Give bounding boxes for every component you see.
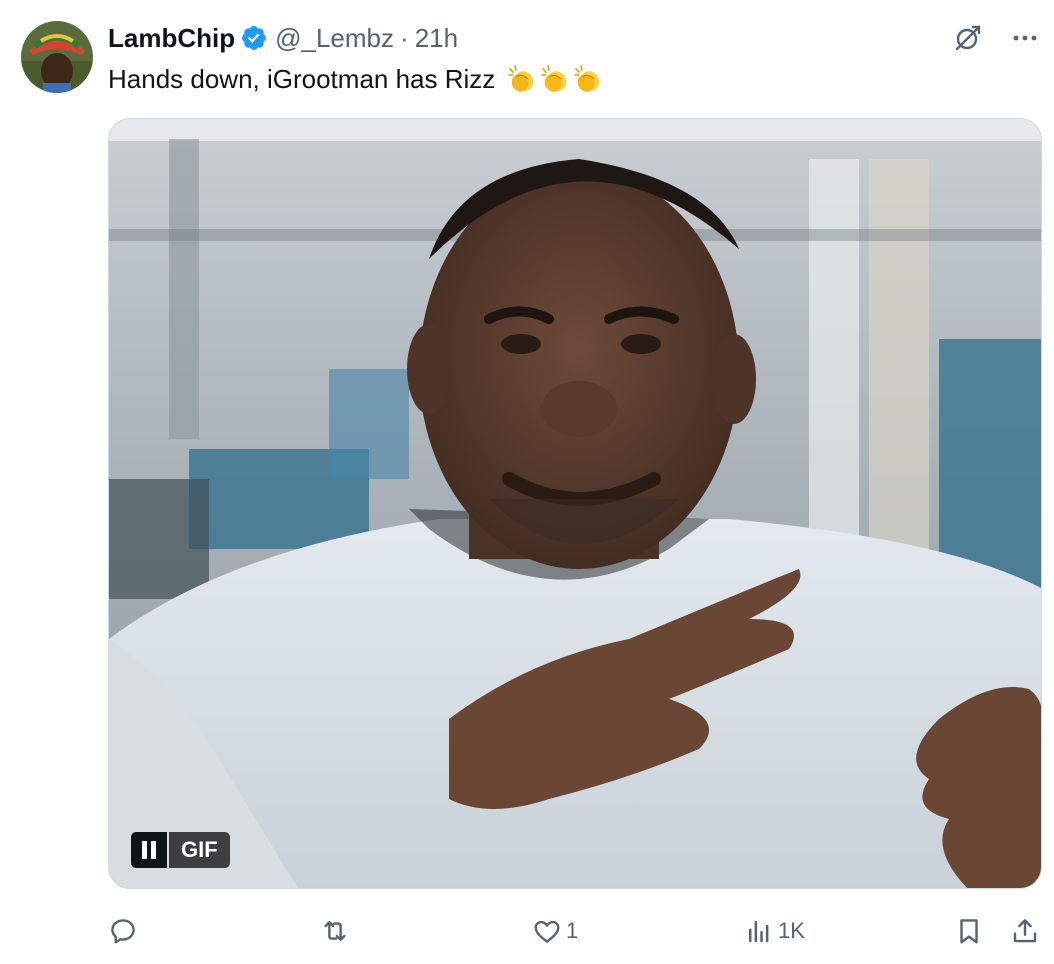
gif-label: GIF xyxy=(169,832,230,868)
tweet-action-bar: 1 1K xyxy=(108,911,1042,951)
clapping-hands-icon xyxy=(507,65,533,92)
author-name[interactable]: LambChip xyxy=(108,23,235,54)
tweet-text: Hands down, iGrootman has Rizz xyxy=(108,62,602,96)
views-chart-icon xyxy=(749,921,769,943)
tweet-media-gif[interactable]: GIF xyxy=(108,118,1042,889)
author-handle[interactable]: @_Lembz xyxy=(275,23,394,54)
clapping-hands-icon xyxy=(573,65,599,92)
bookmark-icon xyxy=(960,919,978,944)
separator-dot: · xyxy=(400,22,409,53)
views-button[interactable]: 1K xyxy=(744,911,805,951)
clapping-hands-icon xyxy=(540,65,566,92)
like-count: 1 xyxy=(566,918,579,943)
tweet-header: LambChip @_Lembz · 21h xyxy=(108,22,458,54)
gif-badge: GIF xyxy=(131,832,230,868)
gif-frame-image xyxy=(109,119,1041,888)
tweet-top-actions xyxy=(952,22,1040,54)
reply-icon xyxy=(111,919,135,944)
pause-icon xyxy=(142,841,156,859)
pause-button[interactable] xyxy=(131,832,167,868)
like-button[interactable]: 1 xyxy=(532,911,578,951)
retweet-button[interactable] xyxy=(320,911,354,951)
more-options-icon[interactable] xyxy=(1010,23,1040,53)
grok-icon[interactable] xyxy=(952,22,984,54)
heart-icon xyxy=(534,920,560,943)
bookmark-button[interactable] xyxy=(954,911,984,951)
retweet-icon xyxy=(324,921,346,941)
reply-button[interactable] xyxy=(108,911,142,951)
tweet-body: Hands down, iGrootman has Rizz xyxy=(108,64,496,94)
tweet-timestamp[interactable]: 21h xyxy=(415,23,458,54)
share-button[interactable] xyxy=(1010,911,1040,951)
views-count: 1K xyxy=(778,918,805,943)
author-avatar[interactable] xyxy=(21,21,93,93)
avatar-image xyxy=(21,21,93,93)
share-icon xyxy=(1013,919,1037,943)
verified-badge-icon[interactable] xyxy=(240,24,268,52)
